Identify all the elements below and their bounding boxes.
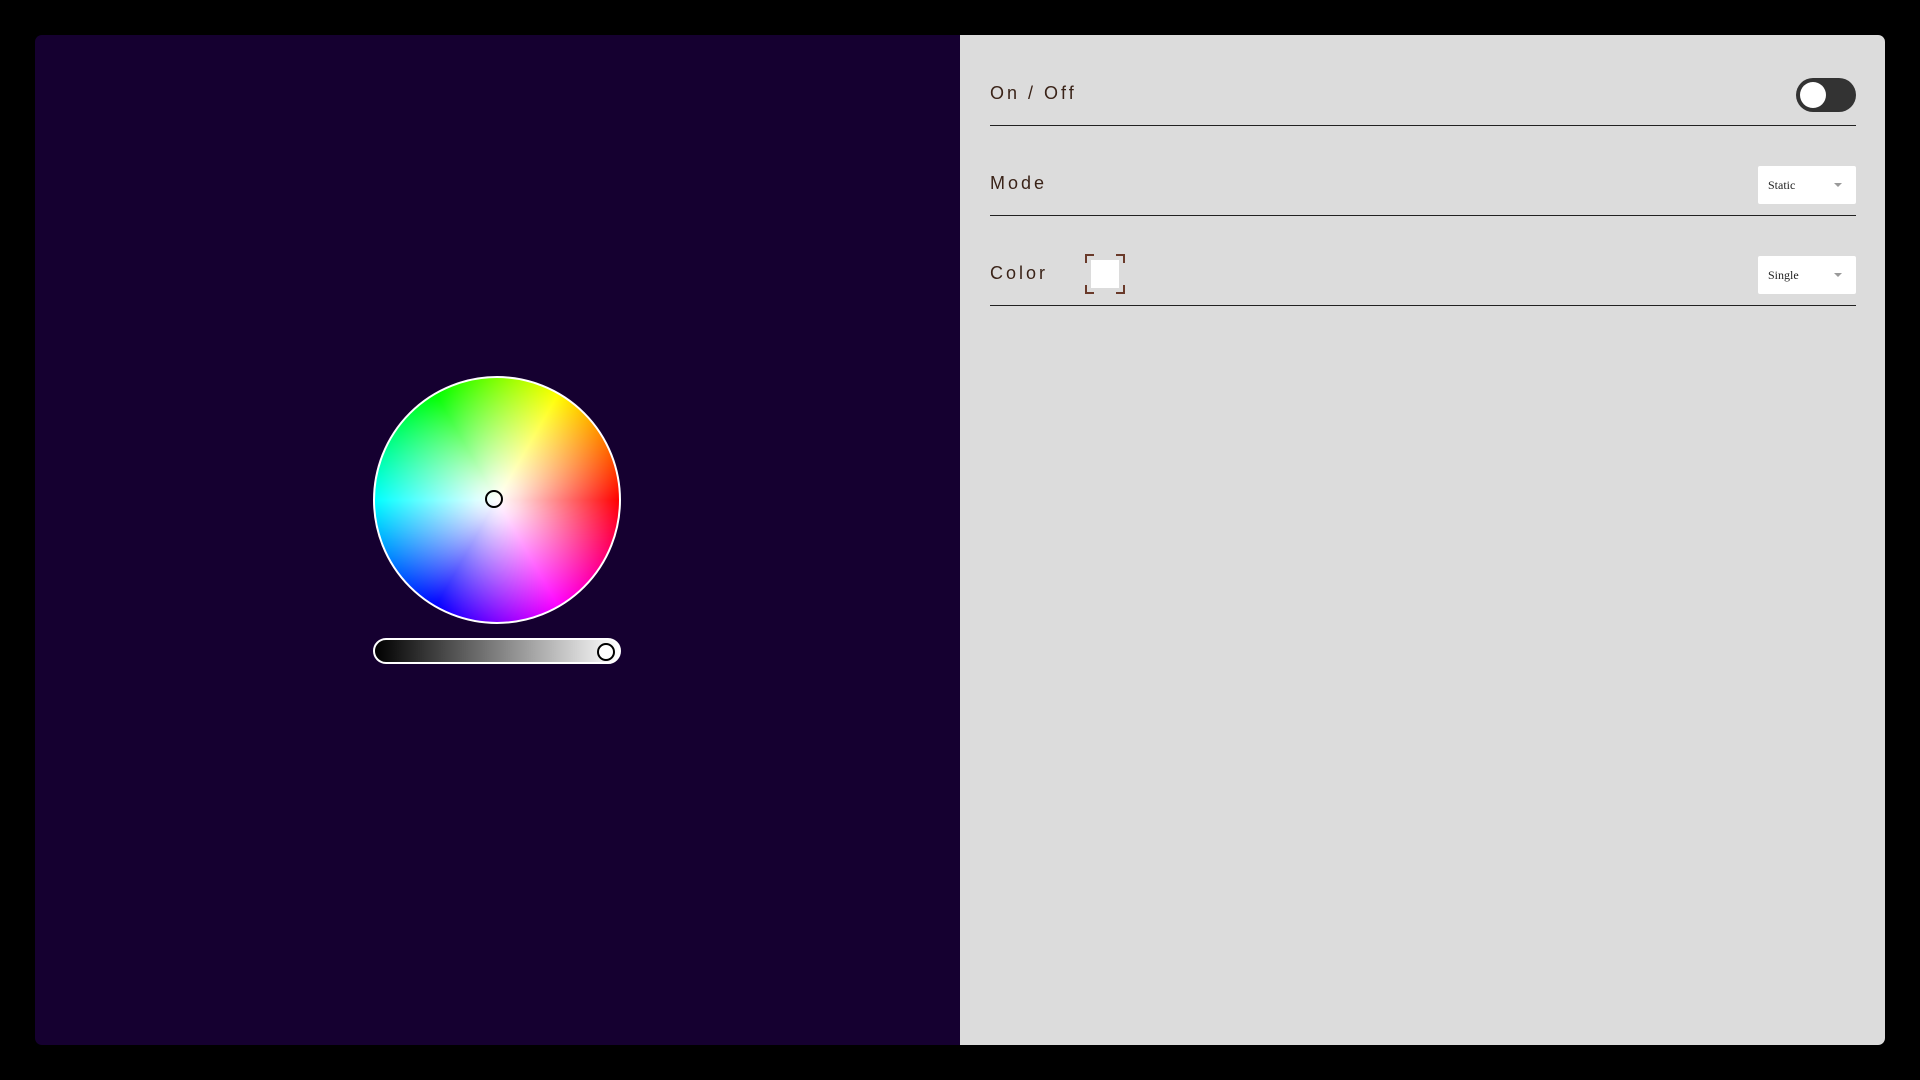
color-mode-select[interactable]: Single bbox=[1758, 256, 1856, 294]
power-toggle[interactable] bbox=[1796, 78, 1856, 112]
chevron-down-icon bbox=[1834, 183, 1842, 187]
settings-panel: On / Off Mode Static Color Single bbox=[960, 35, 1885, 1045]
color-swatch-button[interactable] bbox=[1085, 254, 1125, 294]
brightness-slider-handle[interactable] bbox=[597, 643, 615, 661]
app-window: On / Off Mode Static Color Single bbox=[35, 35, 1885, 1045]
chevron-down-icon bbox=[1834, 273, 1842, 277]
mode-row: Mode Static bbox=[990, 125, 1856, 216]
mode-select-value: Static bbox=[1768, 178, 1796, 192]
color-picker-stage bbox=[35, 35, 960, 1045]
mode-label: Mode bbox=[990, 173, 1048, 193]
power-toggle-knob bbox=[1800, 82, 1826, 108]
color-mode-select-value: Single bbox=[1768, 268, 1799, 282]
mode-select[interactable]: Static bbox=[1758, 166, 1856, 204]
color-row: Color Single bbox=[990, 215, 1856, 306]
color-swatch bbox=[1091, 260, 1119, 288]
color-wheel-handle[interactable] bbox=[485, 490, 503, 508]
color-label: Color bbox=[990, 263, 1049, 283]
power-row: On / Off bbox=[990, 35, 1856, 126]
brightness-slider[interactable] bbox=[373, 638, 621, 664]
power-label: On / Off bbox=[990, 83, 1077, 103]
